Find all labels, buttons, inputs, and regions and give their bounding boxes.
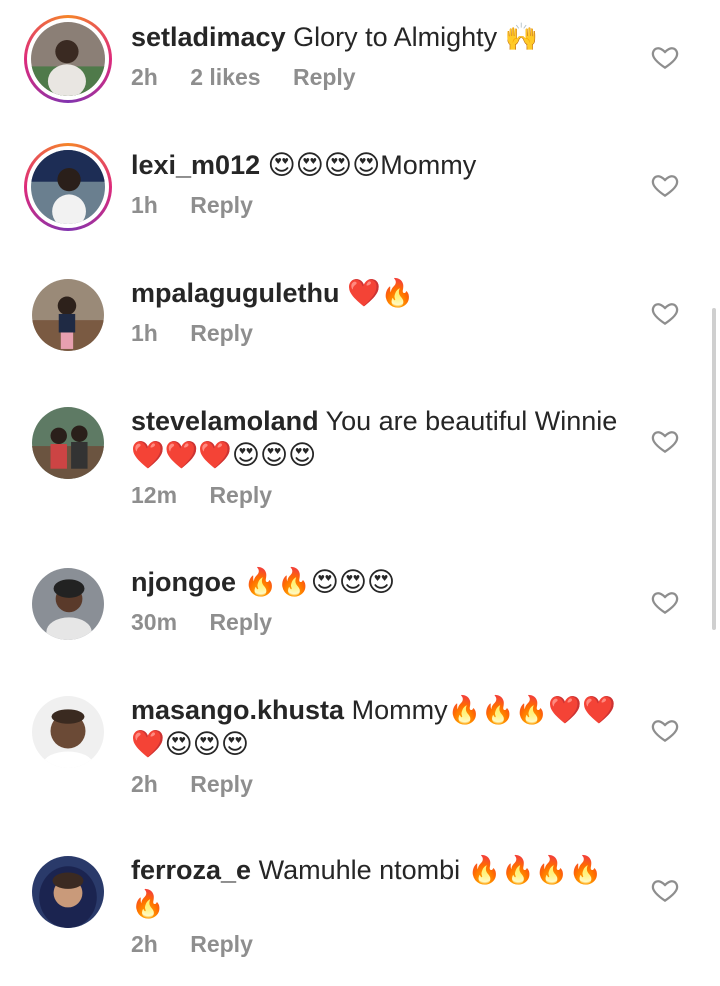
heart-outline-icon[interactable]: [650, 170, 680, 200]
comment-time: 2h: [131, 64, 158, 90]
comment-body: 😍😍😍😍Mommy: [267, 150, 477, 180]
avatar-image: [32, 568, 104, 640]
reply-button[interactable]: Reply: [190, 771, 253, 797]
comment-username[interactable]: lexi_m012: [131, 150, 260, 180]
avatar-image: [32, 279, 104, 351]
comment-body: 🔥🔥😍😍😍: [243, 567, 396, 597]
comment-time: 12m: [131, 482, 178, 508]
comment-username[interactable]: njongoe: [131, 567, 236, 597]
reply-button[interactable]: Reply: [293, 64, 356, 90]
comment-body: Glory to Almighty 🙌: [293, 22, 539, 52]
reply-button[interactable]: Reply: [190, 931, 253, 957]
heart-outline-icon[interactable]: [650, 715, 680, 745]
avatar-image: [32, 856, 104, 928]
avatar[interactable]: [24, 688, 112, 776]
avatar-image: [32, 696, 104, 768]
comment-likes[interactable]: 2 likes: [190, 64, 260, 90]
comment-username[interactable]: stevelamoland: [131, 406, 319, 436]
comment-text: setladimacy Glory to Almighty 🙌: [131, 20, 631, 54]
comment-time: 30m: [131, 609, 178, 635]
comment-time: 1h: [131, 320, 158, 346]
comment-text: lexi_m012 😍😍😍😍Mommy: [131, 148, 631, 182]
comment-time: 2h: [131, 931, 158, 957]
comment-text: masango.khusta Mommy🔥🔥🔥❤️❤️❤️😍😍😍: [131, 693, 631, 761]
comment-username[interactable]: setladimacy: [131, 22, 286, 52]
comment-meta: 2h 2 likes Reply: [131, 64, 631, 91]
comment-time: 2h: [131, 771, 158, 797]
comment-username[interactable]: masango.khusta: [131, 695, 344, 725]
comment-username[interactable]: mpalagugulethu: [131, 278, 340, 308]
heart-outline-icon[interactable]: [650, 587, 680, 617]
heart-outline-icon[interactable]: [650, 298, 680, 328]
reply-button[interactable]: Reply: [209, 609, 272, 635]
comment-meta: 1h Reply: [131, 320, 631, 347]
avatar[interactable]: [24, 848, 112, 936]
avatar-image: [31, 22, 105, 96]
comment-text: mpalagugulethu ❤️🔥: [131, 276, 631, 310]
comment-text: stevelamoland You are beautiful Winnie ❤…: [131, 404, 631, 472]
comment-body: ❤️🔥: [347, 278, 415, 308]
avatar[interactable]: [24, 560, 112, 648]
comment-meta: 2h Reply: [131, 771, 631, 798]
comment-text: ferroza_e Wamuhle ntombi 🔥🔥🔥🔥🔥: [131, 853, 631, 921]
reply-button[interactable]: Reply: [209, 482, 272, 508]
comment-time: 1h: [131, 192, 158, 218]
avatar[interactable]: [24, 271, 112, 359]
avatar[interactable]: [24, 399, 112, 487]
comment-username[interactable]: ferroza_e: [131, 855, 251, 885]
comment-meta: 2h Reply: [131, 931, 631, 958]
comment-meta: 1h Reply: [131, 192, 631, 219]
comment-meta: 12m Reply: [131, 482, 631, 509]
heart-outline-icon[interactable]: [650, 426, 680, 456]
heart-outline-icon[interactable]: [650, 875, 680, 905]
avatar-image: [31, 150, 105, 224]
comment-meta: 30m Reply: [131, 609, 631, 636]
heart-outline-icon[interactable]: [650, 42, 680, 72]
scrollbar[interactable]: [712, 308, 716, 630]
comment-text: njongoe 🔥🔥😍😍😍: [131, 565, 631, 599]
reply-button[interactable]: Reply: [190, 192, 253, 218]
reply-button[interactable]: Reply: [190, 320, 253, 346]
avatar[interactable]: [24, 15, 112, 103]
avatar[interactable]: [24, 143, 112, 231]
avatar-image: [32, 407, 104, 479]
